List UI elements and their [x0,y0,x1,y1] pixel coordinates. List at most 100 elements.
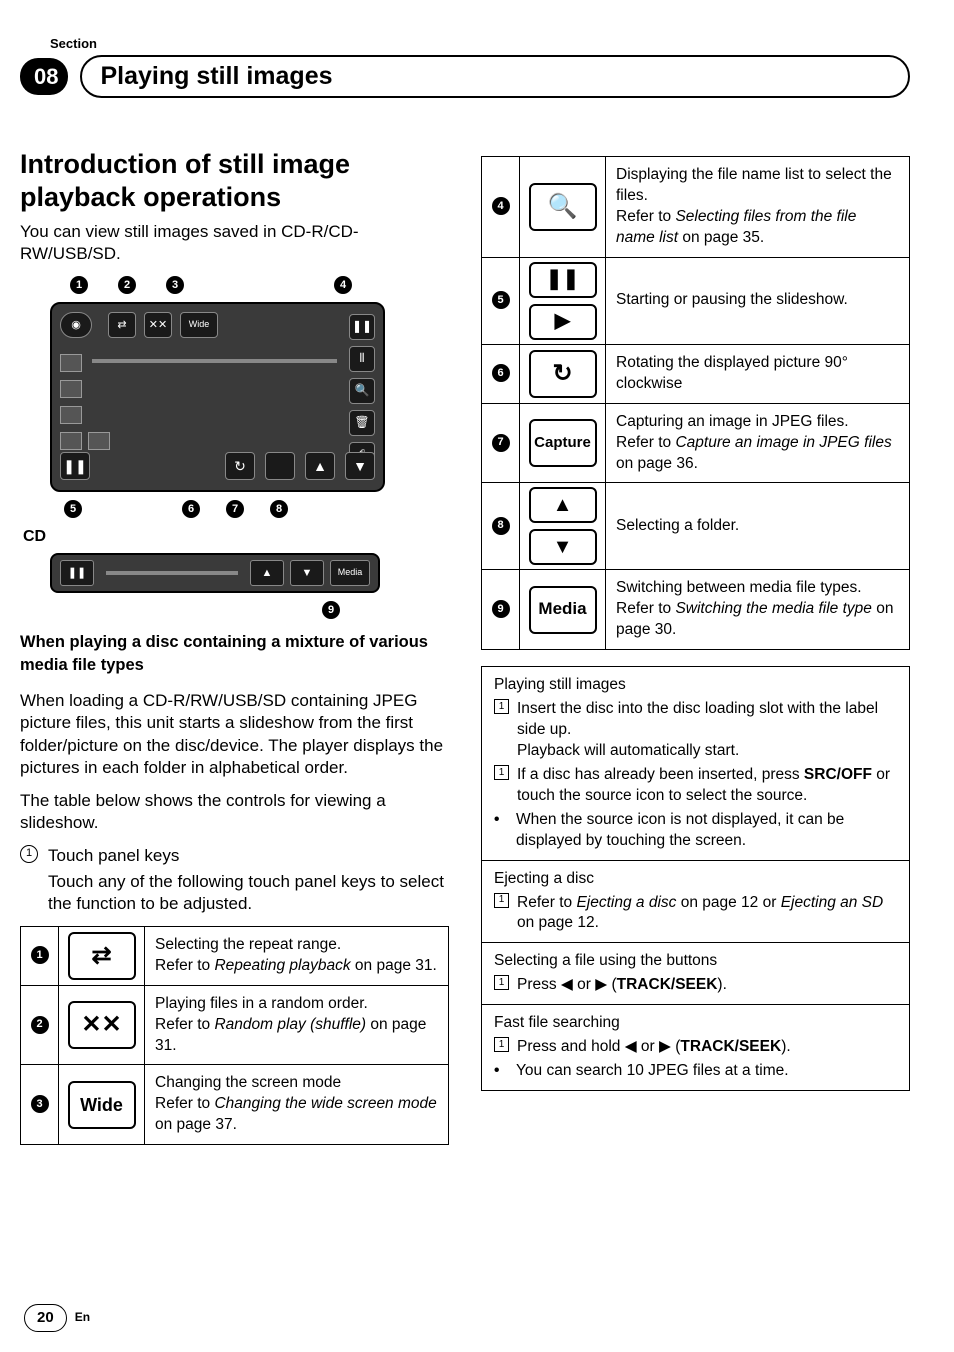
chapter-title-wrap: Playing still images [80,55,910,98]
section-label: Section [50,35,910,52]
callout-9: 9 [322,601,340,619]
diag-rotate-icon: ↻ [225,452,255,480]
row-number: 6 [492,364,510,382]
proc-title: Ejecting a disc [494,869,897,890]
step-box: 1 [494,1037,509,1052]
media-key-icon: Media [529,586,597,634]
ui-diagram: ◉ ⇄ ✕✕ Wide ❚❚ ⦀ 🔍 🗑 ⎙ ❚❚ ↻ [50,302,385,492]
diag-thumb [60,354,82,372]
step-text: Touch any of the following touch panel k… [48,871,449,916]
diag-repeat-icon: ⇄ [108,312,136,338]
proc-ejecting: Ejecting a disc 1 Refer to Ejecting a di… [482,860,909,943]
repeat-key-icon: ⇄ [68,932,136,980]
callout-1: 1 [70,276,88,294]
step-number: 1 [20,845,38,863]
capture-key-icon: Capture [529,419,597,467]
left-column: Introduction of still image playback ope… [20,148,449,1145]
intro-text: You can view still images saved in CD-R/… [20,221,449,266]
callout-5: 5 [64,500,82,518]
diag-search-icon: 🔍 [349,378,375,404]
page-number: 20 [24,1304,67,1332]
mixture-text: When loading a CD-R/RW/USB/SD containing… [20,690,449,780]
row-desc: Displaying the file name list to select … [606,157,910,258]
diag-pause2-icon: ❚❚ [60,452,90,480]
table-row: 1 ⇄ Selecting the repeat range. Refer to… [21,926,449,985]
step-label: Touch panel keys [48,845,449,867]
callout-7: 7 [226,500,244,518]
proc-text: Refer to Ejecting a disc on page 12 or E… [517,893,897,935]
pause-key-icon: ❚❚ [529,262,597,298]
shuffle-key-icon: ✕✕ [68,1001,136,1049]
diag-shuffle-icon: ✕✕ [144,312,172,338]
table-intro-text: The table below shows the controls for v… [20,790,449,835]
chapter-header: 08 Playing still images [20,55,910,98]
strip-down-icon: ▼ [290,560,324,586]
strip-up-icon: ▲ [250,560,284,586]
rotate-key-icon: ↻ [529,350,597,398]
proc-text: Press ◀ or ▶ (TRACK/SEEK). [517,975,897,996]
diag-blank-icon [265,452,295,480]
diag-progress [92,359,337,363]
strip-progress [106,571,238,575]
diagram-callouts-top: 1 2 3 4 [70,276,449,294]
callout-8: 8 [270,500,288,518]
folder-down-key-icon: ▼ [529,529,597,565]
table-row: 7 Capture Capturing an image in JPEG fil… [482,403,910,483]
chapter-title: Playing still images [100,60,332,93]
diag-disc-icon: ◉ [60,312,92,338]
callout-4: 4 [334,276,352,294]
row-desc: Selecting a folder. [606,483,910,570]
proc-title: Selecting a file using the buttons [494,951,897,972]
row-desc: Playing files in a random order. Refer t… [145,985,449,1065]
callout-3: 3 [166,276,184,294]
proc-fast-search: Fast file searching 1 Press and hold ◀ o… [482,1004,909,1090]
step-touch-keys: 1 Touch panel keys [20,845,449,867]
wide-key-icon: Wide [68,1081,136,1129]
key-table-right: 4 🔍 Displaying the file name list to sel… [481,156,910,650]
row-desc: Rotating the displayed picture 90° clock… [606,344,910,403]
diag-wide-icon: Wide [180,312,218,338]
callout-6: 6 [182,500,200,518]
proc-text: Press and hold ◀ or ▶ (TRACK/SEEK). [517,1037,897,1058]
diag-up-icon: ▲ [305,452,335,480]
language-label: En [75,1310,90,1326]
proc-selecting: Selecting a file using the buttons 1 Pre… [482,942,909,1004]
row-number: 2 [31,1016,49,1034]
diag-bars-icon: ⦀ [349,346,375,372]
row-desc: Capturing an image in JPEG files. Refer … [606,403,910,483]
proc-title: Playing still images [494,675,897,696]
row-number: 1 [31,946,49,964]
chapter-number: 08 [20,58,68,95]
intro-heading: Introduction of still image playback ope… [20,148,449,213]
bullet-icon: • [494,1061,508,1082]
strip-pause-icon: ❚❚ [60,560,94,586]
row-number: 7 [492,434,510,452]
table-row: 4 🔍 Displaying the file name list to sel… [482,157,910,258]
table-row: 9 Media Switching between media file typ… [482,570,910,650]
folder-up-key-icon: ▲ [529,487,597,523]
proc-text: You can search 10 JPEG files at a time. [516,1061,897,1082]
strip-media-icon: Media [330,560,370,586]
row-number: 3 [31,1095,49,1113]
table-row: 5 ❚❚ ▶ Starting or pausing the slideshow… [482,257,910,344]
proc-text: When the source icon is not displayed, i… [516,810,897,852]
row-desc: Selecting the repeat range. Refer to Rep… [145,926,449,985]
diag-thumb [88,432,110,450]
proc-text: Insert the disc into the disc loading sl… [517,699,897,762]
mixture-heading: When playing a disc containing a mixture… [20,631,449,676]
diag-trash-icon: 🗑 [349,410,375,436]
proc-title: Fast file searching [494,1013,897,1034]
bullet-icon: • [494,810,508,852]
row-desc: Starting or pausing the slideshow. [606,257,910,344]
play-key-icon: ▶ [529,304,597,340]
proc-playing: Playing still images 1 Insert the disc i… [482,667,909,859]
right-column: 4 🔍 Displaying the file name list to sel… [481,148,910,1145]
diag-thumb [60,406,82,424]
row-desc: Switching between media file types. Refe… [606,570,910,650]
table-row: 6 ↻ Rotating the displayed picture 90° c… [482,344,910,403]
step-box: 1 [494,975,509,990]
diag-pause-icon: ❚❚ [349,314,375,340]
cd-strip-diagram: ❚❚ ▲ ▼ Media [50,553,380,593]
table-row: 8 ▲ ▼ Selecting a folder. [482,483,910,570]
step-box: 1 [494,765,509,780]
